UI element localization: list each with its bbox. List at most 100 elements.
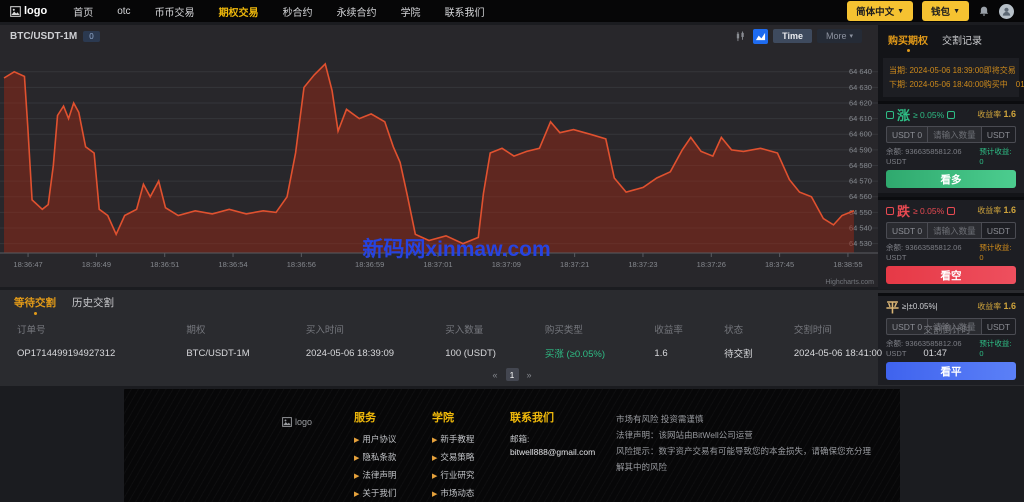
language-button[interactable]: 简体中文 ▼ <box>847 1 914 21</box>
fall-balance-row: 余额: 93663585812.06 USDT 预计收益: 0 <box>886 243 1012 262</box>
svg-text:18:36:47: 18:36:47 <box>13 260 42 269</box>
notification-bell-icon[interactable] <box>978 5 990 18</box>
orders-column-header: 买入时间 <box>305 325 344 336</box>
nav-item[interactable]: 首页 <box>73 4 93 19</box>
bracket-icon <box>886 110 894 119</box>
nav-item[interactable]: 学院 <box>401 4 421 19</box>
footer-logo: logo <box>282 409 344 496</box>
orders-table: 订单号 期权 买入时间 买入数量 购买类型 收益率 状态 交割时间 交割倒计时 OP171449… <box>14 315 1010 366</box>
orders-tab-waiting[interactable]: 等待交割 <box>14 295 56 315</box>
time-button[interactable]: Time <box>773 29 812 43</box>
arrow-icon: ▶ <box>432 473 438 480</box>
svg-text:64 580: 64 580 <box>849 161 872 170</box>
logo-text: logo <box>24 5 48 17</box>
orders-column-header: 购买类型 <box>544 325 583 336</box>
footer-link[interactable]: ▶ 隐私条款 <box>354 451 422 463</box>
flat-section: 平 ≥|±0.05%| 收益率 1.6 USDT 0 USDT 余额: 9366… <box>878 293 1024 385</box>
pagination-page[interactable]: 1 <box>505 368 519 381</box>
fall-section: 跌 ≥ 0.05% 收益率 1.6 USDT 0 USDT 余额: 936635… <box>878 197 1024 289</box>
interval-badge: 0 <box>83 30 100 42</box>
price-chart[interactable]: 64 53064 54064 55064 56064 57064 58064 5… <box>0 47 878 287</box>
buy-flat-button[interactable]: 看平 <box>886 362 1016 380</box>
arrow-icon: ▶ <box>432 455 438 462</box>
currency-suffix: USDT <box>980 222 1016 239</box>
orders-tab-history[interactable]: 历史交割 <box>72 295 114 315</box>
flat-label: 平 <box>886 300 900 315</box>
arrow-icon: ▶ <box>432 491 438 498</box>
profit-value: 0 <box>979 253 984 262</box>
amount-input[interactable] <box>927 126 981 143</box>
current-period-label: 当期: <box>889 66 908 75</box>
buy-down-button[interactable]: 看空 <box>886 266 1016 284</box>
footer-link[interactable]: ▶ 行业研究 <box>432 469 500 481</box>
disclaimer-line: 风险提示：数字资产交易有可能导致您的本金损失，请确保您充分理解其中的风险 <box>616 446 872 473</box>
footer-contact: 联系我们 邮箱: bitwell888@gmail.com <box>510 409 606 496</box>
footer-disclaimer: 市场有风险 投资需谨慎 法律声明：该网站由BitWell公司运营 风险提示：数字… <box>616 409 876 496</box>
disclaimer-line: 法律声明：该网站由BitWell公司运营 <box>616 430 753 441</box>
more-button[interactable]: More ▾ <box>816 29 862 43</box>
logo[interactable]: logo <box>10 5 47 17</box>
profit-value: 0 <box>979 349 984 358</box>
bracket-icon <box>947 110 956 119</box>
highcharts-credit[interactable]: Highcharts.com <box>825 279 874 286</box>
flat-header: 平 ≥|±0.05%| 收益率 1.6 <box>886 299 1016 315</box>
pagination-prev[interactable]: « <box>492 370 497 380</box>
nav-item[interactable]: 联系我们 <box>445 4 485 19</box>
nav-item[interactable]: otc <box>117 6 130 17</box>
next-period-time: 2024-05-06 18:40:00 <box>909 80 984 89</box>
footer-link[interactable]: ▶ 新手教程 <box>432 433 500 445</box>
table-cell: 1.6 <box>654 347 668 359</box>
trade-panel: 购买期权 交割记录 当期: 2024-05-06 18:39:00 即将交易 0… <box>878 25 1024 385</box>
wallet-button[interactable]: 钱包 ▼ <box>922 1 969 21</box>
nav-menu: 首页 otc 币币交易 期权交易 秒合约 永续合约 学院 联系我们 <box>73 4 484 19</box>
footer-link[interactable]: ▶ 法律声明 <box>354 469 422 481</box>
arrow-icon: ▶ <box>354 455 360 462</box>
fall-threshold: ≥ 0.05% <box>913 205 945 216</box>
fall-input-row: USDT 0 USDT <box>886 222 1016 239</box>
chart-area[interactable]: 64 530 64 540 64 550 64 560 64 570 64 580 64 5… <box>0 47 878 287</box>
next-period-label: 下期: <box>889 80 908 89</box>
footer-link[interactable]: ▶ 交易策略 <box>432 451 500 463</box>
svg-text:18:37:09: 18:37:09 <box>492 260 521 269</box>
tab-buy-option[interactable]: 购买期权 <box>888 32 928 52</box>
svg-text:64 620: 64 620 <box>849 99 872 108</box>
svg-text:18:36:51: 18:36:51 <box>150 260 179 269</box>
symbol-label: BTC/USDT-1M <box>10 30 78 42</box>
nav-item[interactable]: 期权交易 <box>219 4 259 19</box>
table-cell: BTC/USDT-1M <box>186 347 250 359</box>
svg-text:64 630: 64 630 <box>849 83 872 92</box>
pagination-next[interactable]: » <box>527 370 532 380</box>
chevron-down-icon: ▼ <box>953 7 960 15</box>
amount-input[interactable] <box>927 222 981 239</box>
footer-link[interactable]: ▶ 关于我们 <box>354 487 422 499</box>
disclaimer-line: 市场有风险 投资需谨慎 <box>616 414 704 424</box>
nav-item[interactable]: 秒合约 <box>283 4 313 19</box>
footer-link[interactable]: ▶ 用户协议 <box>354 433 422 445</box>
contact-email[interactable]: bitwell888@gmail.com <box>510 447 606 457</box>
arrow-icon: ▶ <box>354 473 360 480</box>
current-period-time: 2024-05-06 18:39:00 <box>909 66 984 75</box>
flat-balance-row: 余额: 93663585812.06 USDT 预计收益: 0 <box>886 339 1012 358</box>
person-icon <box>1002 7 1011 16</box>
svg-text:18:37:01: 18:37:01 <box>423 260 452 269</box>
currency-select[interactable]: USDT 0 <box>886 126 928 143</box>
footer-link[interactable]: ▶ 市场动态 <box>432 487 500 499</box>
currency-select[interactable]: USDT 0 <box>886 222 928 239</box>
candlestick-chart-icon[interactable] <box>733 29 748 44</box>
chart-toolbar: Time More ▾ <box>733 28 862 44</box>
area-chart-icon[interactable] <box>753 28 769 44</box>
fall-label: 跌 <box>897 204 911 219</box>
orders-body: OP1714499194927312 BTC/USDT-1M 2024-05-06 … <box>14 340 1010 366</box>
nav-item[interactable]: 币币交易 <box>155 4 195 19</box>
footer-links: 服务 ▶ 用户协议 ▶ 隐私条款 ▶ 法律声明 ▶ 关于我们 学院 ▶ 新手教程 ▶ 交易策略 ▶ 行业研究 ▶… <box>354 409 500 499</box>
footer-column-title: 服务 <box>354 412 376 424</box>
rise-header: 涨 ≥ 0.05% 收益率 1.6 <box>886 107 1016 123</box>
next-period-row: 下期: 2024-05-06 18:40:00 购买中 01:47 <box>889 79 1024 90</box>
buy-up-button[interactable]: 看多 <box>886 170 1016 188</box>
user-avatar[interactable] <box>999 3 1014 19</box>
orders-header-row: 订单号 期权 买入时间 买入数量 购买类型 收益率 状态 交割时间 交割倒计时 <box>14 315 1010 340</box>
currency-select[interactable]: USDT 0 <box>886 318 928 335</box>
nav-item[interactable]: 永续合约 <box>337 4 377 19</box>
trade-panel-tabs: 购买期权 交割记录 <box>878 25 1024 55</box>
tab-delivery-records[interactable]: 交割记录 <box>942 32 982 52</box>
